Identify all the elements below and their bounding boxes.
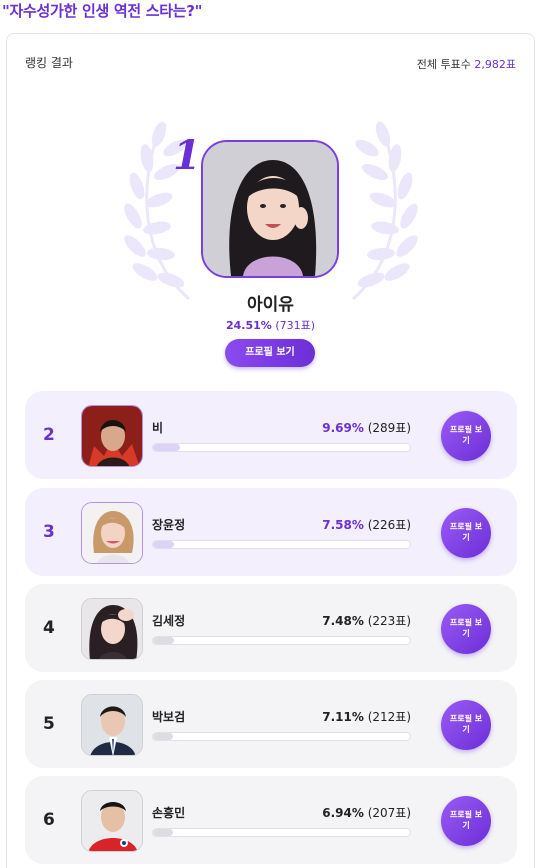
vote-bar — [152, 540, 411, 549]
rank-number: 5 — [43, 714, 55, 734]
row-name: 장윤정 — [152, 518, 186, 532]
profile-image — [82, 599, 142, 659]
winner-percent: 24.51% — [225, 319, 272, 332]
vote-bar-fill — [153, 637, 175, 644]
ranking-row: 2 비 9.69% (289표) 프로필 보기 — [25, 391, 517, 479]
winner-portrait-image — [203, 142, 337, 276]
row-name: 손흥민 — [152, 806, 186, 820]
total-votes: 전체 투표수 2,982표 — [417, 56, 516, 72]
vote-bar — [152, 828, 411, 837]
rank-number: 6 — [43, 810, 55, 830]
ranking-row: 3 장윤정 7.58% (226표) 프로필 보기 — [25, 488, 517, 576]
row-name: 비 — [152, 421, 164, 435]
ranking-row: 6 손흥민 6.94% (207표) 프로필 보기 — [25, 776, 517, 864]
row-votes: (207표) — [367, 806, 411, 820]
row-percent: 7.48% — [322, 614, 364, 628]
vote-bar-fill — [153, 541, 175, 548]
winner-rank: 1 — [173, 132, 201, 179]
row-stats: 7.48% (223표) — [265, 612, 411, 629]
row-votes: (289표) — [367, 421, 411, 435]
ranking-row: 4 김세정 7.48% (223표) 프로필 보기 — [25, 584, 517, 672]
profile-thumbnail[interactable] — [81, 598, 143, 660]
profile-button[interactable]: 프로필 보기 — [441, 604, 491, 654]
winner-name: 아이유 — [247, 295, 294, 315]
row-percent: 7.11% — [322, 710, 364, 724]
row-votes: (212표) — [367, 710, 411, 724]
vote-bar-fill — [153, 733, 174, 740]
vote-bar — [152, 443, 411, 452]
profile-image — [82, 695, 142, 755]
winner-photo[interactable] — [201, 140, 339, 278]
row-stats: 7.11% (212표) — [265, 708, 411, 725]
total-votes-count: 2,982표 — [474, 58, 516, 71]
vote-bar-fill — [153, 444, 181, 451]
row-votes: (223표) — [367, 614, 411, 628]
vote-bar — [152, 732, 411, 741]
winner-stats: 24.51% (731표) — [7, 317, 534, 333]
row-percent: 9.69% — [322, 421, 364, 435]
row-name: 박보검 — [152, 710, 186, 724]
rank-number: 2 — [43, 425, 55, 445]
profile-image — [82, 406, 142, 466]
ranking-result-label: 랭킹 결과 — [25, 56, 73, 70]
profile-button[interactable]: 프로필 보기 — [441, 796, 491, 846]
rank-number: 3 — [43, 522, 55, 542]
row-name: 김세정 — [152, 614, 186, 628]
row-votes: (226표) — [367, 518, 411, 532]
ranking-row: 5 박보검 7.11% (212표) 프로필 보기 — [25, 680, 517, 768]
total-votes-label: 전체 투표수 — [416, 58, 471, 71]
profile-button[interactable]: 프로필 보기 — [441, 411, 491, 461]
profile-thumbnail[interactable] — [81, 502, 143, 564]
profile-image — [82, 791, 142, 851]
profile-thumbnail[interactable] — [81, 405, 143, 467]
profile-button[interactable]: 프로필 보기 — [441, 508, 491, 558]
ranking-card: 랭킹 결과 전체 투표수 2,982표 1 아이유 24.51% (731표) … — [6, 33, 535, 868]
row-stats: 7.58% (226표) — [265, 516, 411, 533]
profile-thumbnail[interactable] — [81, 694, 143, 756]
winner-votes: (731표) — [275, 319, 316, 332]
profile-image — [82, 503, 142, 563]
winner-profile-button[interactable]: 프로필 보기 — [225, 339, 315, 367]
vote-bar-fill — [153, 829, 173, 836]
profile-thumbnail[interactable] — [81, 790, 143, 852]
rank-number: 4 — [43, 618, 55, 638]
profile-button[interactable]: 프로필 보기 — [441, 700, 491, 750]
row-stats: 6.94% (207표) — [265, 804, 411, 821]
row-stats: 9.69% (289표) — [265, 419, 411, 436]
row-percent: 6.94% — [322, 806, 364, 820]
page-title: "자수성가한 인생 역전 스타는?" — [2, 2, 203, 20]
vote-bar — [152, 636, 411, 645]
row-percent: 7.58% — [322, 518, 364, 532]
laurel-right-icon — [352, 121, 418, 301]
